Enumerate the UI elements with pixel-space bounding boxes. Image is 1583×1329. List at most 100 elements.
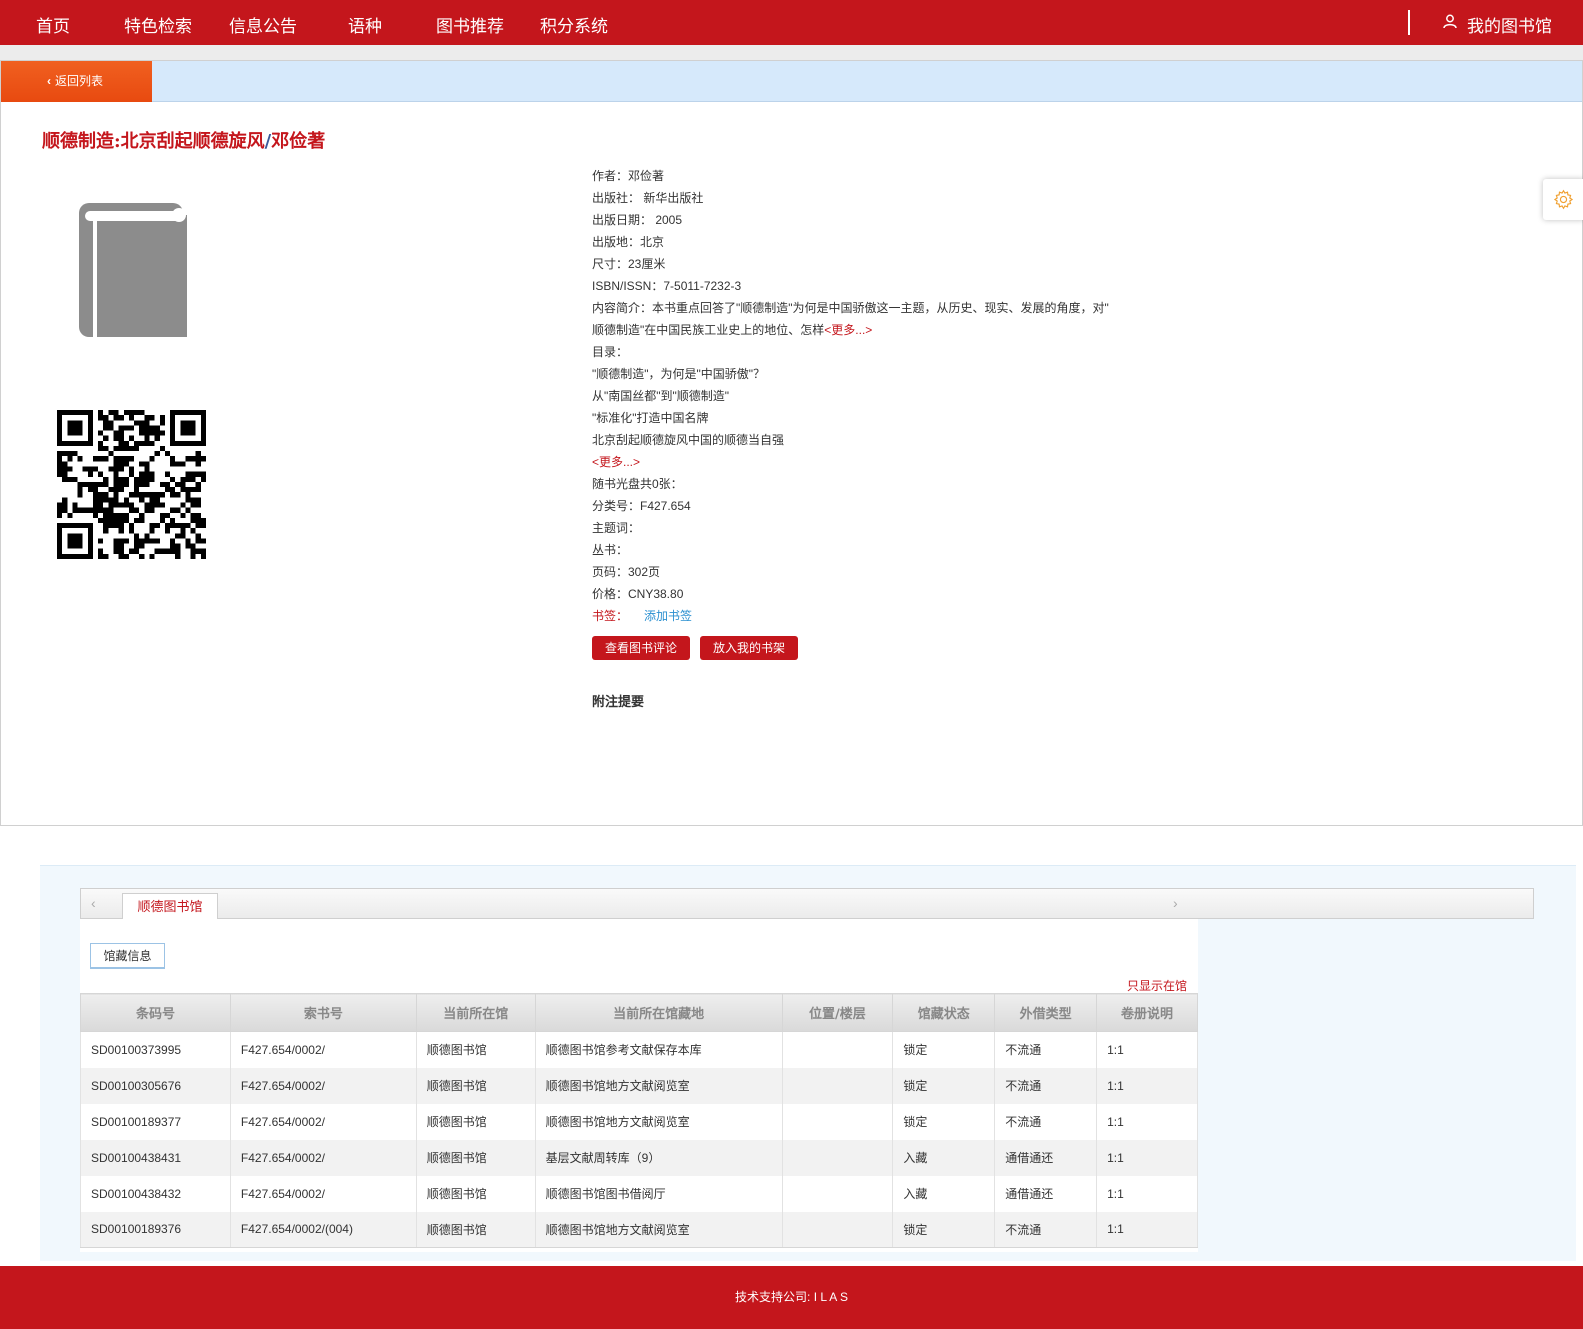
info-bar [1, 61, 1582, 102]
tab-holdings-info[interactable]: 馆藏信息 [90, 943, 165, 969]
col-current-library[interactable]: 当前所在馆 [415, 993, 536, 1032]
holdings-section: ‹ 顺德图书馆 › 馆藏信息 只显示在馆 条码号 索书号 当前所在馆 当前所在馆… [40, 865, 1576, 1261]
nav-home[interactable]: 首页 [36, 12, 70, 37]
cell-loan-type: 不流通 [994, 1211, 1098, 1248]
tab-shunde-library[interactable]: 顺德图书馆 [122, 893, 218, 919]
cell-status: 锁定 [892, 1067, 996, 1104]
toc-more-row: <更多...> [592, 451, 1109, 473]
cell-barcode: SD00100305676 [80, 1067, 231, 1104]
chevron-left-icon: ‹ [47, 74, 51, 88]
add-to-shelf-button[interactable]: 放入我的书架 [700, 636, 798, 660]
my-library-label: 我的图书馆 [1467, 17, 1552, 36]
meta-pages: 页码：302页 [592, 565, 661, 579]
cell-call-number: F427.654/0002/ [229, 1031, 417, 1068]
cell-location: 基层文献周转库（9） [534, 1139, 783, 1176]
meta-price: 价格：CNY38.80 [592, 587, 684, 601]
cell-barcode: SD00100373995 [80, 1031, 231, 1068]
qr-code [57, 410, 206, 559]
cell-status: 锁定 [892, 1211, 996, 1248]
cell-volume-note: 1:1 [1096, 1139, 1198, 1176]
summary-text: 顺德制造"在中国民族工业史上的地位、怎样 [592, 323, 825, 337]
toc-more-link[interactable]: <更多...> [592, 455, 640, 469]
back-to-list-button[interactable]: ‹ 返回列表 [1, 61, 152, 102]
cell-library: 顺德图书馆 [415, 1175, 536, 1212]
cell-location: 顺德图书馆地方文献阅览室 [534, 1211, 783, 1248]
meta-author: 作者：邓俭著 [592, 169, 665, 183]
gear-icon [1553, 189, 1574, 210]
meta-pub-place: 出版地：北京 [592, 235, 665, 249]
nav-languages[interactable]: 语种 [348, 12, 382, 37]
add-bookmark-link[interactable]: 添加书签 [644, 609, 692, 623]
meta-toc-heading: 目录： [592, 345, 629, 359]
cell-barcode: SD00100189376 [80, 1211, 231, 1248]
cell-barcode: SD00100189377 [80, 1103, 231, 1140]
cell-call-number: F427.654/0002/ [229, 1139, 417, 1176]
meta-isbn: ISBN/ISSN：7-5011-7232-3 [592, 279, 742, 293]
header-spacer [0, 45, 1583, 60]
book-icon [79, 203, 187, 337]
toc-item: "标准化"打造中国名牌 [592, 411, 709, 425]
my-library-link[interactable]: 我的图书馆 [1443, 12, 1552, 37]
toc-item: 北京刮起顺德旋风中国的顺德当自强 [592, 433, 785, 447]
cell-floor [781, 1067, 894, 1104]
arrow-left-icon[interactable]: ‹ [91, 895, 96, 911]
cell-floor [781, 1211, 894, 1248]
nav-special-search[interactable]: 特色检索 [124, 12, 192, 37]
nav-book-recommend[interactable]: 图书推荐 [436, 12, 504, 37]
col-loan-type[interactable]: 外借类型 [994, 993, 1098, 1032]
table-header-row: 条码号 索书号 当前所在馆 当前所在馆藏地 位置/楼层 馆藏状态 外借类型 卷册… [80, 993, 1198, 1032]
cell-floor [781, 1031, 894, 1068]
cell-library: 顺德图书馆 [415, 1103, 536, 1140]
table-row[interactable]: SD00100438431 F427.654/0002/顺德图书馆 基层文献周转库（… [80, 1139, 1198, 1176]
cell-loan-type: 通借通还 [994, 1175, 1098, 1212]
library-tab-strip: ‹ 顺德图书馆 › [80, 888, 1534, 919]
settings-gear-button[interactable] [1543, 179, 1583, 220]
col-floor[interactable]: 位置/楼层 [781, 993, 894, 1032]
meta-classification: 分类号：F427.654 [592, 499, 691, 513]
holdings-panel: 馆藏信息 只显示在馆 条码号 索书号 当前所在馆 当前所在馆藏地 位置/楼层 馆… [80, 919, 1198, 1252]
table-row[interactable]: SD00100189377 F427.654/0002/顺德图书馆 顺德图书馆地方文… [80, 1103, 1198, 1140]
only-show-available-link[interactable]: 只显示在馆 [1127, 977, 1187, 994]
table-row[interactable]: SD00100373995 F427.654/0002/顺德图书馆 顺德图书馆参考文… [80, 1031, 1198, 1068]
meta-summary-line1: 内容简介：本书重点回答了"顺德制造"为何是中国骄傲这一主题，从历史、现实、发展的… [592, 301, 1109, 315]
bookmark-label: 书签： [592, 609, 629, 623]
cell-volume-note: 1:1 [1096, 1031, 1198, 1068]
col-barcode[interactable]: 条码号 [80, 993, 231, 1032]
col-status[interactable]: 馆藏状态 [892, 993, 996, 1032]
view-reviews-button[interactable]: 查看图书评论 [592, 636, 690, 660]
col-volume-note[interactable]: 卷册说明 [1096, 993, 1198, 1032]
cell-call-number: F427.654/0002/ [229, 1067, 417, 1104]
toc-item: 从"南国丝都"到"顺德制造" [592, 389, 730, 403]
cell-loan-type: 通借通还 [994, 1139, 1098, 1176]
table-row[interactable]: SD00100189376 F427.654/0002/(004) 顺德图书馆 顺德图… [80, 1211, 1198, 1248]
meta-bookmark: 书签： 添加书签 [592, 605, 1109, 627]
meta-size: 尺寸：23厘米 [592, 257, 666, 271]
summary-more-link[interactable]: <更多...> [824, 323, 872, 337]
cell-status: 锁定 [892, 1031, 996, 1068]
notes-heading: 附注提要 [592, 694, 645, 709]
cell-volume-note: 1:1 [1096, 1067, 1198, 1104]
cell-barcode: SD00100438432 [80, 1175, 231, 1212]
nav-points-system[interactable]: 积分系统 [540, 12, 608, 37]
col-call-number[interactable]: 索书号 [229, 993, 417, 1032]
arrow-right-icon[interactable]: › [1173, 895, 1178, 911]
nav-announcements[interactable]: 信息公告 [229, 12, 297, 37]
cell-library: 顺德图书馆 [415, 1067, 536, 1104]
col-current-location[interactable]: 当前所在馆藏地 [534, 993, 783, 1032]
cell-call-number: F427.654/0002/ [229, 1175, 417, 1212]
cell-library: 顺德图书馆 [415, 1031, 536, 1068]
table-row[interactable]: SD00100305676 F427.654/0002/顺德图书馆 顺德图书馆地方文… [80, 1067, 1198, 1104]
cell-location: 顺德图书馆参考文献保存本库 [534, 1031, 783, 1068]
meta-subject: 主题词： [592, 521, 641, 535]
cell-library: 顺德图书馆 [415, 1139, 536, 1176]
cell-floor [781, 1175, 894, 1212]
table-row[interactable]: SD00100438432 F427.654/0002/顺德图书馆 顺德图书馆图书借… [80, 1175, 1198, 1212]
cell-volume-note: 1:1 [1096, 1211, 1198, 1248]
cell-loan-type: 不流通 [994, 1031, 1098, 1068]
cell-call-number: F427.654/0002/(004) [229, 1211, 417, 1248]
user-icon [1443, 14, 1457, 29]
cell-status: 入藏 [892, 1175, 996, 1212]
top-nav: 首页 特色检索 信息公告 语种 图书推荐 积分系统 我的图书馆 [0, 0, 1583, 45]
holdings-table: 条码号 索书号 当前所在馆 当前所在馆藏地 位置/楼层 馆藏状态 外借类型 卷册… [80, 993, 1198, 1248]
cell-barcode: SD00100438431 [80, 1139, 231, 1176]
